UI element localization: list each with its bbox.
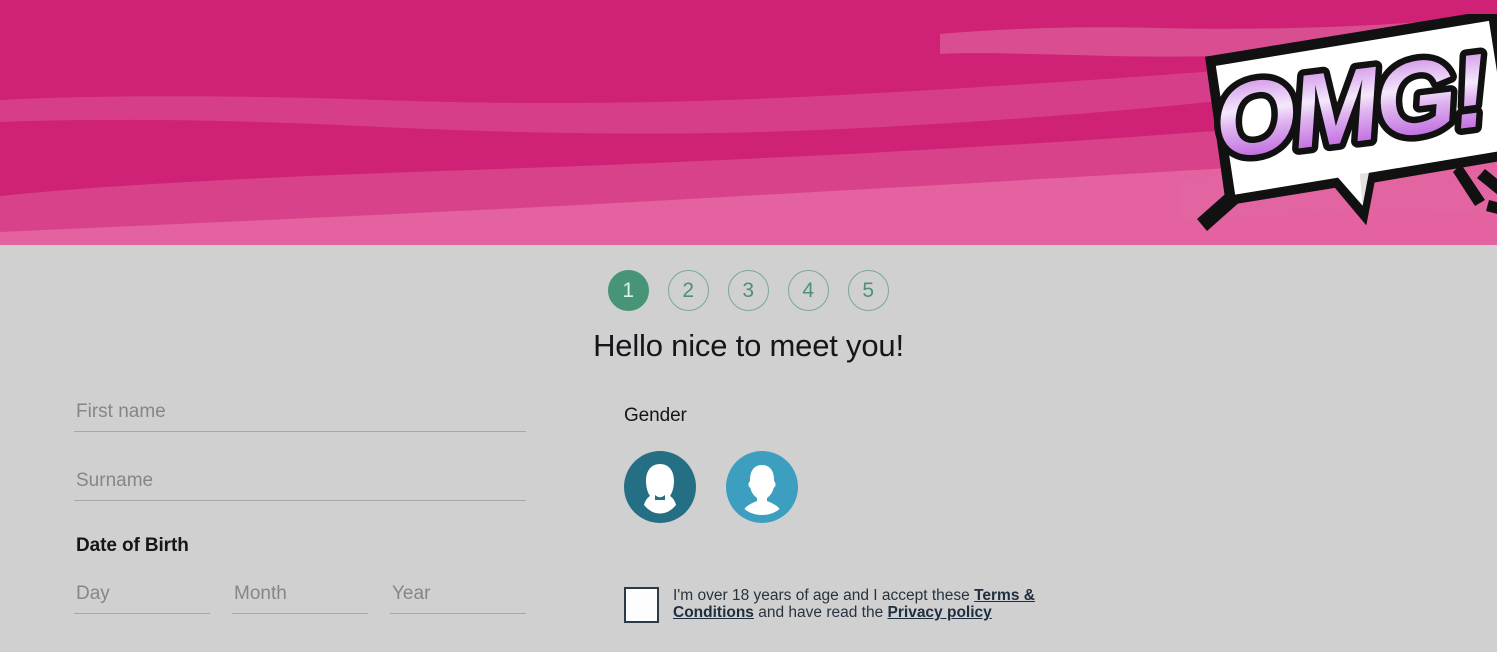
terms-text-middle: and have read the xyxy=(753,604,888,621)
day-field[interactable]: Day xyxy=(74,580,210,614)
step-indicator: 1 2 3 4 5 xyxy=(0,270,1497,311)
step-3[interactable]: 3 xyxy=(728,270,769,311)
date-of-birth-row: Day Month Year xyxy=(74,580,526,614)
step-5[interactable]: 5 xyxy=(848,270,889,311)
surname-placeholder: Surname xyxy=(76,470,154,491)
gender-label: Gender xyxy=(624,405,687,426)
page-title: Hello nice to meet you! xyxy=(593,328,904,363)
day-placeholder: Day xyxy=(76,583,110,604)
hero-banner: OMG! OMG! xyxy=(0,0,1497,245)
terms-checkbox[interactable] xyxy=(624,587,659,623)
year-field[interactable]: Year xyxy=(390,580,526,614)
month-field[interactable]: Month xyxy=(232,580,368,614)
privacy-policy-link[interactable]: Privacy policy xyxy=(888,604,992,621)
step-4[interactable]: 4 xyxy=(788,270,829,311)
gender-and-terms-column: Gender I'm over 18 years of age and I ac… xyxy=(624,405,1184,623)
gender-option-male[interactable] xyxy=(726,451,798,523)
female-avatar-icon xyxy=(624,451,696,523)
personal-details-column: First name Surname Date of Birth Day Mon… xyxy=(74,398,526,614)
gender-options xyxy=(624,451,1184,523)
step-label: 4 xyxy=(802,278,815,302)
omg-speech-bubble-icon: OMG! OMG! xyxy=(1197,14,1497,231)
terms-acceptance-row: I'm over 18 years of age and I accept th… xyxy=(624,585,1184,623)
terms-text-before: I'm over 18 years of age and I accept th… xyxy=(673,587,975,604)
male-avatar-icon xyxy=(726,451,798,523)
step-label: 1 xyxy=(622,278,635,302)
step-2[interactable]: 2 xyxy=(668,270,709,311)
gender-option-female[interactable] xyxy=(624,451,696,523)
first-name-field[interactable]: First name xyxy=(74,398,526,432)
surname-field[interactable]: Surname xyxy=(74,467,526,501)
omg-graphic: OMG! OMG! xyxy=(1189,14,1497,239)
step-label: 5 xyxy=(862,278,875,302)
step-label: 3 xyxy=(742,278,755,302)
month-placeholder: Month xyxy=(234,583,287,604)
signup-page: OMG! OMG! 1 2 3 4 5 Hello nice to meet y… xyxy=(0,0,1497,652)
terms-label: I'm over 18 years of age and I accept th… xyxy=(673,585,1065,621)
year-placeholder: Year xyxy=(392,583,431,604)
step-1[interactable]: 1 xyxy=(608,270,649,311)
first-name-placeholder: First name xyxy=(76,401,166,422)
date-of-birth-label: Date of Birth xyxy=(76,535,189,556)
step-label: 2 xyxy=(682,278,695,302)
